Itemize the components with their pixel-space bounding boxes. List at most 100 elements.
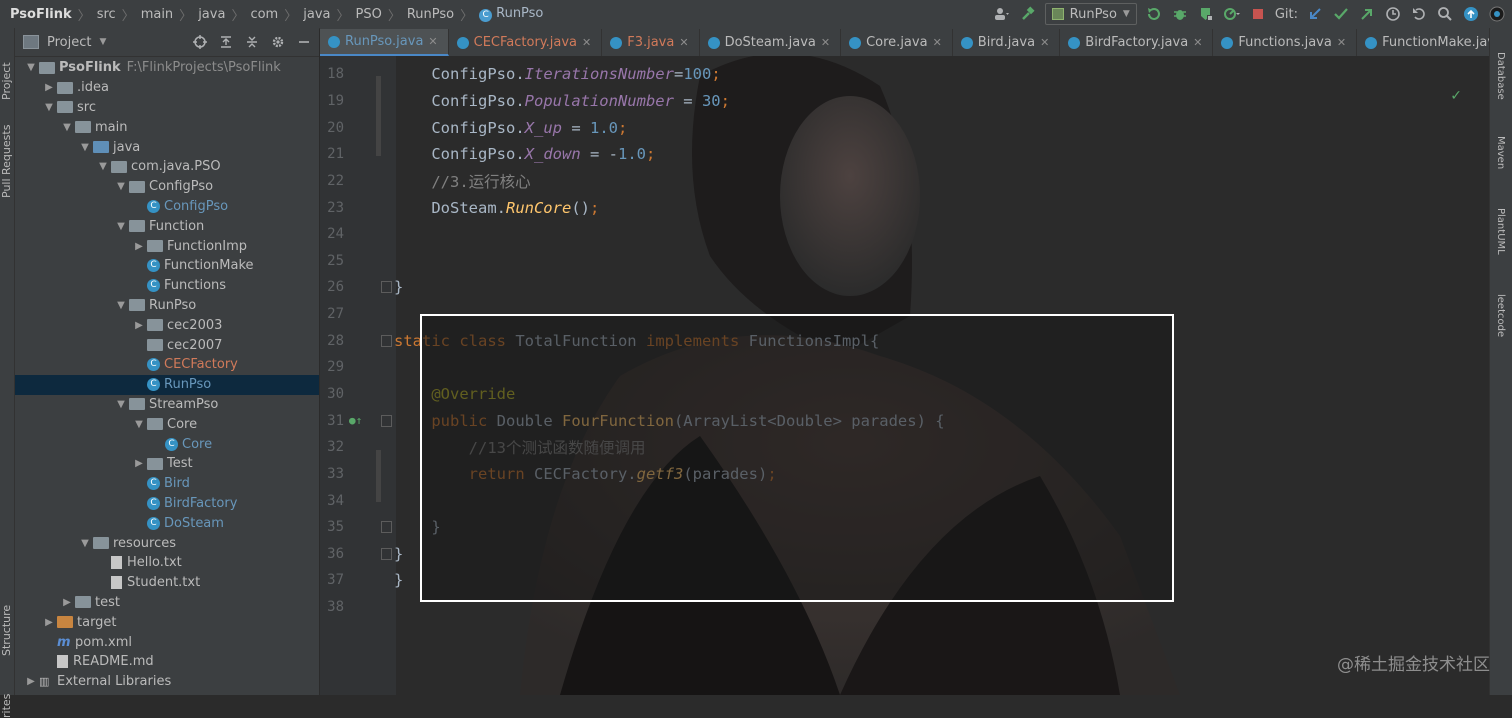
tree-item[interactable]: ▼ src: [15, 98, 319, 118]
code-text[interactable]: }: [394, 545, 403, 563]
tree-item[interactable]: ▼ ConfigPso: [15, 177, 319, 197]
tree-item[interactable]: ▶ ▥ External Libraries: [15, 672, 319, 692]
chevron-right-icon[interactable]: ▶: [41, 82, 57, 93]
tree-item[interactable]: ▶ cec2003: [15, 315, 319, 335]
breadcrumb-item[interactable]: main: [137, 7, 177, 22]
plugin-icon[interactable]: [1488, 5, 1506, 23]
tree-item[interactable]: ▼ Core: [15, 414, 319, 434]
tree-item[interactable]: ▶CDoSteam: [15, 513, 319, 533]
code-line[interactable]: 24: [320, 221, 1490, 248]
chevron-right-icon[interactable]: ▶: [23, 676, 39, 687]
coverage-icon[interactable]: [1197, 5, 1215, 23]
plantuml-tool-tab[interactable]: PlantUML: [1495, 208, 1506, 255]
close-icon[interactable]: ✕: [821, 36, 830, 49]
tree-item[interactable]: ▼ StreamPso: [15, 395, 319, 415]
editor-tab[interactable]: DoSteam.java ✕: [700, 29, 842, 56]
chevron-down-icon[interactable]: ▼: [131, 419, 147, 430]
code-line[interactable]: 23 DoSteam.RunCore();: [320, 194, 1490, 221]
chevron-down-icon[interactable]: ▼: [113, 399, 129, 410]
close-icon[interactable]: ✕: [428, 35, 437, 48]
expand-all-icon[interactable]: [217, 33, 235, 51]
code-line[interactable]: 26}: [320, 274, 1490, 301]
breadcrumb-item[interactable]: com: [246, 7, 282, 22]
close-icon[interactable]: ✕: [582, 36, 591, 49]
code-line[interactable]: 20 ConfigPso.X_up = 1.0;: [320, 114, 1490, 141]
code-line[interactable]: 18 ConfigPso.IterationsNumber=100;: [320, 61, 1490, 88]
chevron-down-icon[interactable]: ▼: [99, 37, 106, 47]
tree-item[interactable]: ▼ Function: [15, 216, 319, 236]
breadcrumb-item[interactable]: java: [194, 7, 229, 22]
tree-item[interactable]: ▼ RunPso: [15, 296, 319, 316]
tree-item[interactable]: ▼ resources: [15, 533, 319, 553]
breadcrumb-item[interactable]: PsoFlink: [6, 7, 76, 22]
hide-minus-icon[interactable]: [295, 33, 313, 51]
chevron-down-icon[interactable]: ▼: [41, 102, 57, 113]
debug-bug-icon[interactable]: [1171, 5, 1189, 23]
locate-crosshair-icon[interactable]: [191, 33, 209, 51]
override-marker-icon[interactable]: ●↑: [349, 414, 362, 427]
rollback-icon[interactable]: [1410, 5, 1428, 23]
fold-marker-icon[interactable]: [381, 414, 392, 427]
history-clock-icon[interactable]: [1384, 5, 1402, 23]
git-update-icon[interactable]: [1306, 5, 1324, 23]
tree-item[interactable]: ▶README.md: [15, 652, 319, 672]
tree-item[interactable]: ▶ .idea: [15, 78, 319, 98]
code-text[interactable]: DoSteam.RunCore();: [394, 199, 599, 217]
collapse-all-icon[interactable]: [243, 33, 261, 51]
ide-update-icon[interactable]: [1462, 5, 1480, 23]
tree-item[interactable]: ▶CFunctionMake: [15, 256, 319, 276]
close-icon[interactable]: ✕: [1193, 36, 1202, 49]
rerun-icon[interactable]: [1145, 5, 1163, 23]
git-commit-check-icon[interactable]: [1332, 5, 1350, 23]
code-line[interactable]: 21 ConfigPso.X_down = -1.0;: [320, 141, 1490, 168]
chevron-down-icon[interactable]: ▼: [23, 62, 39, 73]
code-line[interactable]: 22 //3.运行核心: [320, 168, 1490, 195]
inspection-ok-check-icon[interactable]: ✓: [1450, 88, 1462, 104]
project-tool-tab[interactable]: Project: [0, 62, 13, 100]
leetcode-tool-tab[interactable]: leetcode: [1495, 294, 1506, 337]
tree-item[interactable]: ▶CCECFactory: [15, 355, 319, 375]
chevron-down-icon[interactable]: ▼: [77, 538, 93, 549]
breadcrumb-item[interactable]: C RunPso: [475, 6, 547, 22]
editor-tab[interactable]: FunctionMake.java✕: [1357, 29, 1490, 56]
chevron-right-icon[interactable]: ▶: [131, 458, 147, 469]
profiler-icon[interactable]: [1223, 5, 1241, 23]
run-configuration-select[interactable]: RunPso ▼: [1044, 3, 1137, 25]
close-icon[interactable]: ✕: [1337, 36, 1346, 49]
chevron-down-icon[interactable]: ▼: [77, 142, 93, 153]
chevron-right-icon[interactable]: ▶: [59, 597, 75, 608]
editor-tab[interactable]: Bird.java ✕: [953, 29, 1061, 56]
fold-marker-icon[interactable]: [381, 334, 392, 347]
breadcrumb-item[interactable]: PSO: [352, 7, 386, 22]
tree-item[interactable]: ▶ Test: [15, 454, 319, 474]
breadcrumb-item[interactable]: java: [299, 7, 334, 22]
chevron-right-icon[interactable]: ▶: [131, 241, 147, 252]
tree-item[interactable]: ▶mpom.xml: [15, 632, 319, 652]
tree-item[interactable]: ▶cec2007: [15, 335, 319, 355]
code-text[interactable]: }: [394, 571, 403, 589]
tree-item[interactable]: ▼ PsoFlink F:\FlinkProjects\PsoFlink: [15, 58, 319, 78]
tree-item[interactable]: ▶ test: [15, 593, 319, 613]
tree-item[interactable]: ▶ FunctionImp: [15, 236, 319, 256]
tree-item[interactable]: ▶CCore: [15, 434, 319, 454]
code-line[interactable]: 19 ConfigPso.PopulationNumber = 30;: [320, 88, 1490, 115]
chevron-down-icon[interactable]: ▼: [59, 122, 75, 133]
build-hammer-icon[interactable]: [1019, 5, 1037, 23]
tree-item[interactable]: ▶CBird: [15, 474, 319, 494]
code-text[interactable]: //3.运行核心: [394, 170, 530, 192]
search-icon[interactable]: [1436, 5, 1454, 23]
code-text[interactable]: ConfigPso.PopulationNumber = 30;: [394, 92, 730, 110]
chevron-down-icon[interactable]: ▼: [113, 221, 129, 232]
user-icon[interactable]: [993, 5, 1011, 23]
editor-tab[interactable]: Functions.java ✕: [1213, 29, 1358, 56]
chevron-right-icon[interactable]: ▶: [41, 617, 57, 628]
chevron-right-icon[interactable]: ▶: [131, 320, 147, 331]
code-line[interactable]: 25: [320, 247, 1490, 274]
chevron-down-icon[interactable]: ▼: [113, 300, 129, 311]
breadcrumb-item[interactable]: src: [93, 7, 120, 22]
settings-gear-icon[interactable]: [269, 33, 287, 51]
tree-item[interactable]: ▶CRunPso: [15, 374, 319, 395]
editor-tab[interactable]: F3.java ✕: [602, 29, 700, 56]
tree-item[interactable]: ▶CFunctions: [15, 276, 319, 296]
pull-requests-tool-tab[interactable]: Pull Requests: [0, 125, 13, 198]
